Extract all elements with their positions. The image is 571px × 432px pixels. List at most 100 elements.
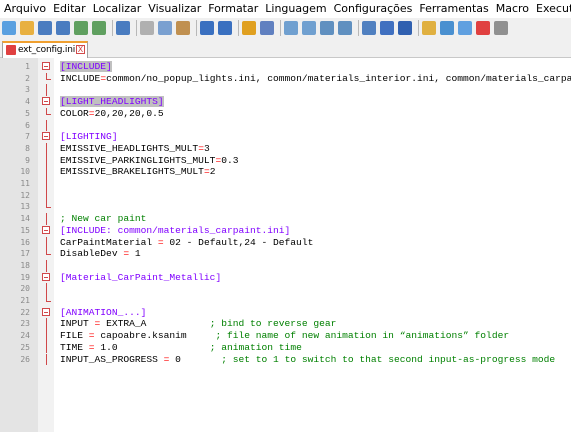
- code-line[interactable]: 7 [LIGHTING]: [0, 131, 571, 143]
- zoom-in-icon[interactable]: [284, 21, 298, 35]
- copy-icon[interactable]: [158, 21, 172, 35]
- code-line[interactable]: 26 INPUT_AS_PROGRESS = 0 ; set to 1 to sw…: [0, 353, 571, 366]
- stop-record-icon[interactable]: [494, 21, 508, 35]
- menu-localizar[interactable]: Localizar: [90, 0, 145, 18]
- paste-icon[interactable]: [176, 21, 190, 35]
- code-text: INPUT_AS_PROGRESS = 0 ; set to 1 to swit…: [60, 354, 555, 366]
- show-all-chars-icon[interactable]: [380, 21, 394, 35]
- line-number: 6: [25, 120, 30, 130]
- editor[interactable]: 1 [INCLUDE] 2 INCLUDE=common/no_popup_light…: [0, 58, 571, 432]
- menu-macro[interactable]: Macro: [493, 0, 532, 18]
- folder-workspace-icon[interactable]: [422, 21, 436, 35]
- code-line[interactable]: 24 FILE = capoabre.ksanim ; file name of …: [0, 330, 571, 342]
- code-text: [INCLUDE]: [60, 61, 112, 73]
- code-line[interactable]: 4 [LIGHT_HEADLIGHTS]: [0, 96, 571, 108]
- code-line[interactable]: 11: [0, 178, 571, 190]
- section-header: [INCLUDE]: [60, 61, 112, 72]
- fold-toggle-icon[interactable]: [42, 307, 50, 316]
- code-line[interactable]: 6: [0, 119, 571, 132]
- code-token: 20,20,20,0.5: [94, 107, 164, 119]
- code-line[interactable]: 19 [Material_CarPaint_Metallic]: [0, 272, 571, 284]
- open-file-icon[interactable]: [20, 21, 34, 35]
- cut-icon[interactable]: [140, 21, 154, 35]
- line-number: 17: [20, 249, 30, 259]
- code-text: [LIGHT_HEADLIGHTS]: [60, 96, 164, 108]
- fold-toggle-icon[interactable]: [42, 272, 50, 281]
- code-line[interactable]: 18: [0, 259, 571, 272]
- line-number: 14: [20, 214, 30, 224]
- zoom-out-icon[interactable]: [302, 21, 316, 35]
- fold-line: [46, 236, 47, 249]
- menu-formatar[interactable]: Formatar: [205, 0, 261, 18]
- menu-ferramentas[interactable]: Ferramentas: [416, 0, 491, 18]
- code-line[interactable]: 14 ; New car paint: [0, 213, 571, 225]
- section-header: [ANIMATION_...]: [60, 306, 147, 318]
- tab-label: ext_config.ini: [18, 45, 76, 55]
- line-number: 13: [20, 202, 30, 212]
- code-token: TIME: [60, 341, 89, 353]
- code-token: INPUT_AS_PROGRESS: [60, 353, 164, 365]
- save-all-icon[interactable]: [56, 21, 70, 35]
- code-line[interactable]: 22 [ANIMATION_...]: [0, 307, 571, 319]
- word-wrap-icon[interactable]: [362, 21, 376, 35]
- fold-toggle-icon[interactable]: [42, 62, 50, 70]
- line-number: 19: [20, 272, 30, 282]
- menu-configuracoes[interactable]: Configurações: [331, 0, 416, 18]
- close-all-icon[interactable]: [92, 21, 106, 35]
- fold-toggle-icon[interactable]: [42, 132, 50, 141]
- menu-arquivo[interactable]: Arquivo: [1, 0, 49, 18]
- replace-icon[interactable]: [260, 21, 274, 35]
- new-file-icon[interactable]: [2, 21, 16, 35]
- code-line[interactable]: 23 INPUT = EXTRA_A ; bind to reverse gear: [0, 318, 571, 331]
- code-line[interactable]: 9 EMISSIVE_PARKINGLIGHTS_MULT=0.3: [0, 154, 571, 167]
- menu-editar[interactable]: Editar: [50, 0, 89, 18]
- find-icon[interactable]: [242, 21, 256, 35]
- redo-icon[interactable]: [218, 21, 232, 35]
- save-icon[interactable]: [38, 21, 52, 35]
- code-line[interactable]: 21: [0, 295, 571, 307]
- sync-horizontal-icon[interactable]: [338, 21, 352, 35]
- sync-vertical-icon[interactable]: [320, 21, 334, 35]
- menu-visualizar[interactable]: Visualizar: [145, 0, 204, 18]
- line-number: 3: [25, 85, 30, 95]
- undo-icon[interactable]: [200, 21, 214, 35]
- fold-end-mark: [46, 301, 51, 302]
- function-list-icon[interactable]: [440, 21, 454, 35]
- fold-line: [46, 189, 47, 202]
- tab-close-icon[interactable]: X: [76, 45, 85, 54]
- code-line[interactable]: 3: [0, 84, 571, 97]
- fold-line: [46, 353, 47, 366]
- code-text: INCLUDE=common/no_popup_lights.ini, comm…: [60, 73, 571, 85]
- toolbar-separator: [136, 20, 137, 36]
- code-line[interactable]: 12: [0, 189, 571, 202]
- code-line[interactable]: 20: [0, 283, 571, 295]
- menu-executar[interactable]: Executar: [533, 0, 571, 18]
- code-line[interactable]: 2 INCLUDE=common/no_popup_lights.ini, com…: [0, 72, 571, 85]
- print-icon[interactable]: [116, 21, 130, 35]
- fold-toggle-icon[interactable]: [42, 97, 50, 106]
- code-line[interactable]: 17 DisableDev = 1: [0, 248, 571, 260]
- toolbar-separator: [280, 20, 281, 36]
- close-icon[interactable]: [74, 21, 88, 35]
- fold-toggle-icon[interactable]: [42, 225, 50, 234]
- code-line[interactable]: 13: [0, 201, 571, 213]
- line-number: 10: [20, 167, 30, 177]
- code-line[interactable]: 1 [INCLUDE]: [0, 61, 571, 73]
- tab-ext-config[interactable]: ext_config.ini X: [2, 41, 88, 58]
- fold-line: [46, 330, 47, 342]
- code-line[interactable]: 8 EMISSIVE_HEADLIGHTS_MULT=3: [0, 142, 571, 155]
- code-line[interactable]: 16 CarPaintMaterial = 02 - Default,24 - D…: [0, 236, 571, 249]
- document-map-icon[interactable]: [458, 21, 472, 35]
- toolbar-separator: [196, 20, 197, 36]
- line-number: 18: [20, 260, 30, 270]
- fold-line: [46, 213, 47, 225]
- menu-linguagem[interactable]: Linguagem: [262, 0, 329, 18]
- line-number: 16: [20, 237, 30, 247]
- code-line[interactable]: 5 COLOR=20,20,20,0.5: [0, 107, 571, 120]
- code-line[interactable]: 15 [INCLUDE: common/materials_carpaint.in…: [0, 225, 571, 237]
- code-line[interactable]: 10 EMISSIVE_BRAKELIGHTS_MULT=2: [0, 166, 571, 178]
- record-macro-icon[interactable]: [476, 21, 490, 35]
- code-text: TIME = 1.0 ; animation time: [60, 342, 302, 354]
- code-line[interactable]: 25 TIME = 1.0 ; animation time: [0, 341, 571, 354]
- indent-guide-icon[interactable]: [398, 21, 412, 35]
